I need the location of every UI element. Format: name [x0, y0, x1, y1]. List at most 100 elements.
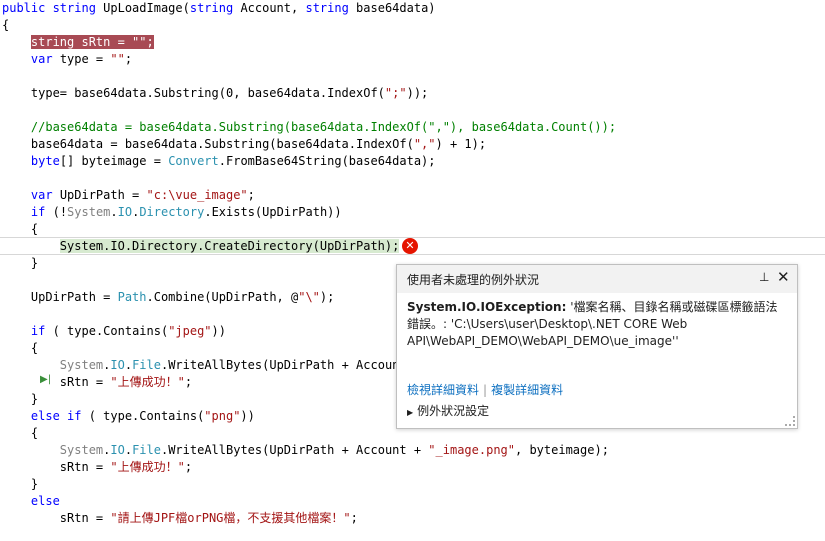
code-token: { — [2, 341, 39, 355]
exception-title: 使用者未處理的例外狀況 — [407, 273, 540, 287]
code-token: ; — [124, 52, 133, 66]
code-token: )); — [406, 86, 429, 100]
code-token: var — [30, 52, 60, 66]
code-text: byte[] byteimage = Convert.FromBase64Str… — [2, 153, 436, 170]
code-token: } — [2, 392, 39, 406]
code-token: .WriteAllBytes(UpDirPath + Account — [160, 358, 407, 372]
pin-icon[interactable]: ⊥ — [759, 270, 769, 284]
code-token: )) — [211, 324, 226, 338]
code-token: ; — [184, 460, 193, 474]
code-token: Directory — [139, 205, 205, 219]
code-text: else — [2, 493, 60, 510]
code-token: "c:\vue_image" — [146, 188, 248, 202]
code-token: { — [2, 222, 39, 236]
code-token: IO — [117, 205, 133, 219]
code-text: sRtn = "上傳成功！"; — [2, 374, 192, 391]
code-token: [] byteimage = — [59, 154, 169, 168]
next-statement-arrow-icon[interactable]: ▶| — [40, 374, 51, 385]
code-token: else — [30, 494, 60, 508]
code-token: sRtn = — [2, 460, 111, 474]
code-token: File — [132, 443, 161, 457]
close-icon[interactable]: ✕ — [777, 268, 790, 286]
code-text: string sRtn = ""; — [2, 34, 154, 51]
code-token: "" — [110, 52, 125, 66]
code-token: type = — [59, 52, 111, 66]
code-text: public string UpLoadImage(string Account… — [2, 0, 436, 17]
code-token: Account, — [240, 1, 306, 15]
code-text: { — [2, 425, 38, 442]
code-token: base64data) — [356, 1, 436, 15]
exception-message: System.IO.IOException: '檔案名稱、目錄名稱或磁碟區標籤語… — [407, 299, 782, 350]
code-token: byte — [30, 154, 60, 168]
code-text: if ( type.Contains("jpeg")) — [2, 323, 226, 340]
exception-header: 使用者未處理的例外狀況 ⊥ ✕ — [397, 265, 797, 293]
code-text: System.IO.File.WriteAllBytes(UpDirPath +… — [2, 357, 407, 374]
code-token: "jpeg" — [168, 324, 212, 338]
view-details-link[interactable]: 檢視詳細資料 — [407, 383, 479, 397]
code-token: . — [124, 443, 133, 457]
code-text: if (!System.IO.Directory.Exists(UpDirPat… — [2, 204, 342, 221]
link-separator: | — [483, 383, 488, 397]
code-text: System.IO.Directory.CreateDirectory(UpDi… — [2, 238, 400, 255]
code-token: UpDirPath = — [2, 290, 118, 304]
code-token: base64data = base64data.Substring(base64… — [2, 137, 414, 151]
code-text: UpDirPath = Path.Combine(UpDirPath, @"\"… — [2, 289, 334, 306]
code-token: ; — [350, 511, 358, 525]
code-text: { — [2, 340, 38, 357]
code-text: sRtn = "上傳成功！"; — [2, 459, 192, 476]
code-token: sRtn = — [2, 375, 111, 389]
code-token: "\" — [298, 290, 320, 304]
code-token: else if — [30, 409, 89, 423]
code-token: , byteimage); — [515, 443, 609, 457]
expand-triangle-icon[interactable]: ▶ — [407, 408, 413, 417]
code-token: )) — [240, 409, 255, 423]
code-text: { — [2, 221, 38, 238]
code-token: UpDirPath = — [59, 188, 147, 202]
code-text: //base64data = base64data.Substring(base… — [2, 119, 616, 136]
copy-details-link[interactable]: 複製詳細資料 — [491, 383, 563, 397]
code-text: base64data = base64data.Substring(base64… — [2, 136, 486, 153]
code-token: File — [132, 358, 161, 372]
resize-grip-icon[interactable] — [785, 416, 795, 426]
code-text: } — [2, 476, 38, 493]
code-token: ; — [247, 188, 255, 202]
code-text: var type = ""; — [2, 51, 132, 68]
code-text: var UpDirPath = "c:\vue_image"; — [2, 187, 255, 204]
code-token: .WriteAllBytes(UpDirPath + Account + — [160, 443, 429, 457]
exception-type: System.IO.IOException: — [407, 300, 567, 314]
code-token: ) + 1); — [435, 137, 487, 151]
code-text: sRtn = "請上傳JPF檔orPNG檔，不支援其他檔案！"; — [2, 510, 358, 527]
code-token: "png" — [204, 409, 241, 423]
code-token: .Combine(UpDirPath, @ — [146, 290, 299, 304]
code-token: if — [30, 324, 53, 338]
code-token: IO — [110, 443, 125, 457]
code-token: (! — [52, 205, 68, 219]
code-token: string — [52, 1, 104, 15]
code-token: Path — [117, 290, 147, 304]
code-editor[interactable]: public string UpLoadImage(string Account… — [0, 0, 825, 541]
code-text: type= base64data.Substring(0, base64data… — [2, 85, 428, 102]
exception-settings-label: 例外狀況設定 — [417, 404, 490, 418]
code-token: //base64data = base64data.Substring(base… — [30, 120, 617, 134]
code-token: "請上傳JPF檔orPNG檔，不支援其他檔案！" — [110, 511, 351, 525]
code-token: System — [59, 443, 104, 457]
code-token: "上傳成功！" — [110, 460, 185, 474]
code-token: ( type.Contains( — [52, 324, 169, 338]
exception-settings[interactable]: ▶ 例外狀況設定 — [407, 402, 489, 419]
code-token: { — [2, 18, 10, 32]
code-text: } — [2, 255, 38, 272]
code-token: System — [59, 358, 104, 372]
code-token: . — [110, 205, 118, 219]
error-icon[interactable]: ✕ — [402, 238, 418, 254]
code-token: System.IO.Directory.CreateDirectory(UpDi… — [59, 239, 400, 253]
